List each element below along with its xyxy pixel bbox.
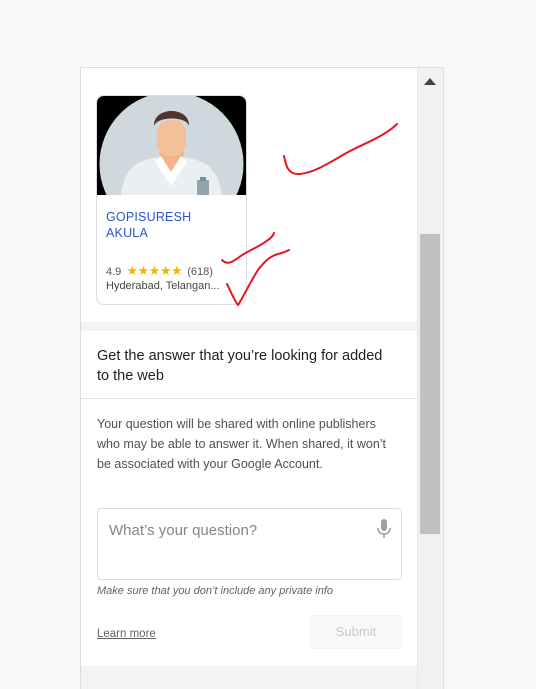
vertical-scrollbar[interactable] [417, 68, 443, 689]
scroll-thumb[interactable] [420, 234, 440, 534]
privacy-note: Make sure that you don’t include any pri… [97, 585, 334, 597]
doctor-name-line1: GOPISURESH [106, 210, 192, 224]
title-divider [81, 398, 418, 399]
doctor-card[interactable]: GOPISURESH AKULA 4.9 ★★★★★ (618) Hyderab… [96, 95, 247, 305]
section-divider [81, 322, 418, 331]
rating-value: 4.9 [106, 266, 122, 278]
learn-more-link[interactable]: Learn more [97, 628, 156, 640]
doctor-location: Hyderabad, Telangan... [106, 280, 220, 292]
bottom-divider [81, 666, 418, 689]
review-count: (618) [187, 266, 213, 278]
microphone-icon[interactable] [377, 519, 391, 539]
question-section-title: Get the answer that you’re looking for a… [97, 348, 383, 384]
scroll-up-arrow-icon[interactable] [424, 78, 436, 85]
doctor-avatar-icon [99, 96, 244, 195]
question-input[interactable]: What’s your question? [97, 508, 402, 580]
doctor-photo [97, 96, 246, 195]
star-icon: ★★★★★ [126, 263, 183, 278]
knowledge-panel: GOPISURESH AKULA 4.9 ★★★★★ (618) Hyderab… [80, 67, 444, 689]
question-placeholder: What’s your question? [109, 522, 258, 539]
doctor-name-line2: AKULA [106, 226, 148, 240]
rating-row: 4.9 ★★★★★ (618) [106, 263, 213, 279]
submit-button[interactable]: Submit [310, 615, 402, 649]
doctor-name-link[interactable]: GOPISURESH AKULA [106, 209, 241, 241]
question-description: Your question will be shared with online… [97, 417, 387, 471]
panel-content: GOPISURESH AKULA 4.9 ★★★★★ (618) Hyderab… [81, 68, 418, 689]
